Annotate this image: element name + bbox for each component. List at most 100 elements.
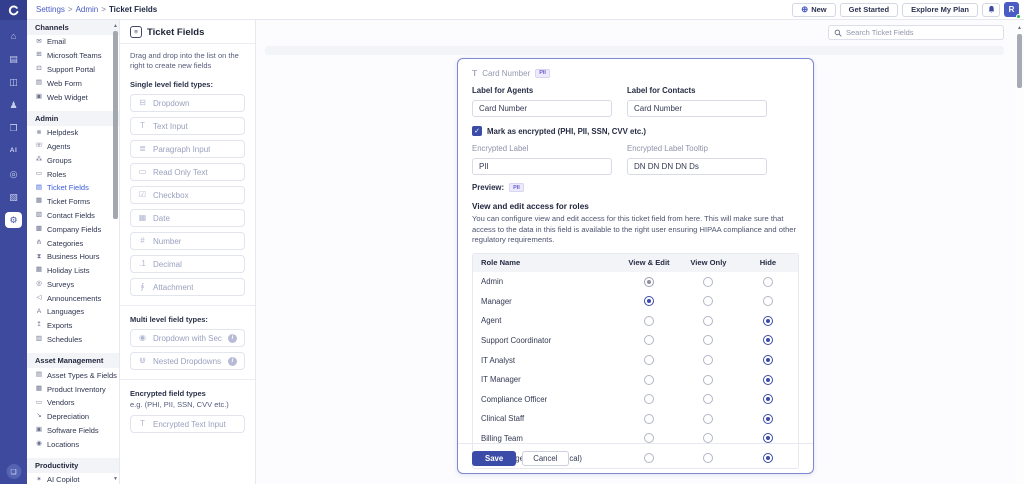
view-edit-radio[interactable] xyxy=(643,394,654,405)
sidebar-item[interactable]: ⧗ Business Hours xyxy=(27,250,119,264)
sidebar-item[interactable]: ↘ Depreciation xyxy=(27,410,119,424)
field-type-card[interactable]: ▭ Read Only Text i xyxy=(130,163,245,182)
mark-encrypted-row[interactable]: ✓ Mark as encrypted (PHI, PII, SSN, CVV … xyxy=(472,126,799,136)
hide-radio[interactable] xyxy=(762,276,773,287)
hide-radio[interactable] xyxy=(762,355,773,366)
view-only-radio[interactable] xyxy=(703,276,714,287)
get-started-button[interactable]: Get Started xyxy=(839,2,899,17)
sidebar-item[interactable]: ▤ Ticket Fields xyxy=(27,181,119,195)
sidebar-item[interactable]: ▤ Asset Types & Fields xyxy=(27,368,119,382)
sidebar-item[interactable]: ☏ Agents xyxy=(27,140,119,154)
page-scrollbar[interactable] xyxy=(1017,34,1022,88)
sidebar-item[interactable]: ▥ Schedules xyxy=(27,333,119,347)
field-type-card[interactable]: ▦ Date i xyxy=(130,209,245,228)
analytics-icon[interactable]: ▧ xyxy=(5,189,22,205)
encrypted-tooltip-input[interactable] xyxy=(627,158,767,175)
hide-radio[interactable] xyxy=(762,315,773,326)
sidebar-item[interactable]: ▦ Product Inventory xyxy=(27,382,119,396)
home-icon[interactable]: ⌂ xyxy=(5,28,22,44)
sidebar-item[interactable]: ◁ Announcements xyxy=(27,291,119,305)
sidebar-item[interactable]: ▤ Web Form xyxy=(27,76,119,90)
info-icon[interactable]: i xyxy=(228,356,237,366)
field-type-card[interactable]: ∮ Attachment i xyxy=(130,278,245,297)
sidebar-item[interactable]: ⊗ Helpdesk xyxy=(27,126,119,140)
view-edit-radio[interactable] xyxy=(643,335,654,346)
view-edit-radio[interactable] xyxy=(643,315,654,326)
view-only-radio[interactable] xyxy=(703,296,714,307)
hide-radio[interactable] xyxy=(762,296,773,307)
hide-radio[interactable] xyxy=(762,394,773,405)
sidebar-item[interactable]: ▭ Roles xyxy=(27,167,119,181)
sidebar-item[interactable]: A Languages xyxy=(27,305,119,319)
view-only-radio[interactable] xyxy=(703,335,714,346)
notifications-button[interactable] xyxy=(982,2,1000,17)
sidebar-item[interactable]: ▩ Company Fields xyxy=(27,222,119,236)
sidebar-item[interactable]: ⊡ Support Portal xyxy=(27,63,119,77)
view-only-radio[interactable] xyxy=(703,413,714,424)
sidebar-item[interactable]: ⁂ Groups xyxy=(27,153,119,167)
view-only-radio[interactable] xyxy=(703,315,714,326)
sidebar-item[interactable]: ▣ Software Fields xyxy=(27,424,119,438)
view-edit-radio[interactable] xyxy=(643,296,654,307)
view-only-radio[interactable] xyxy=(703,433,714,444)
checkbox-checked-icon[interactable]: ✓ xyxy=(472,126,482,136)
page-scroll-up-icon[interactable]: ▲ xyxy=(1017,25,1022,31)
tickets-icon[interactable]: ▤ xyxy=(5,51,22,67)
sidebar-item[interactable]: ◉ Locations xyxy=(27,437,119,451)
field-type-card[interactable]: T Text Input i xyxy=(130,117,245,136)
view-edit-radio[interactable] xyxy=(643,413,654,424)
view-edit-radio[interactable] xyxy=(643,355,654,366)
new-button[interactable]: ⊕ New xyxy=(792,2,836,17)
field-type-card[interactable]: # Number i xyxy=(130,232,245,251)
field-type-card[interactable]: T Encrypted Text Input i xyxy=(130,415,245,434)
customers-icon[interactable]: ♟ xyxy=(5,97,22,113)
breadcrumb-admin-link[interactable]: Admin xyxy=(76,5,99,14)
view-only-radio[interactable] xyxy=(703,355,714,366)
admin-settings-icon[interactable]: ⚙ xyxy=(5,212,22,228)
field-type-card[interactable]: ≣ Paragraph Input i xyxy=(130,140,245,159)
info-icon[interactable]: i xyxy=(228,333,237,343)
breadcrumb-settings-link[interactable]: Settings xyxy=(36,5,65,14)
sidebar-item[interactable]: ▦ Ticket Forms xyxy=(27,195,119,209)
service-catalog-icon[interactable]: ◎ xyxy=(5,166,22,182)
contacts-icon[interactable]: ◫ xyxy=(5,74,22,90)
sidebar-item[interactable]: ⋔ Categories xyxy=(27,236,119,250)
sidebar-item[interactable]: ▧ Contact Fields xyxy=(27,209,119,223)
sidebar-item[interactable]: ⊞ Microsoft Teams xyxy=(27,49,119,63)
hide-radio[interactable] xyxy=(762,413,773,424)
hide-radio[interactable] xyxy=(762,374,773,385)
field-type-card[interactable]: .1 Decimal i xyxy=(130,255,245,274)
save-button[interactable]: Save xyxy=(472,451,517,466)
view-edit-radio[interactable] xyxy=(643,374,654,385)
sidebar-item[interactable]: ▭ Vendors xyxy=(27,396,119,410)
field-type-card[interactable]: ⊟ Dropdown i xyxy=(130,94,245,113)
encrypted-label-input[interactable] xyxy=(472,158,612,175)
field-type-card[interactable]: ⋓ Nested Dropdowns i xyxy=(130,352,245,371)
view-edit-radio[interactable] xyxy=(643,276,654,287)
view-only-radio[interactable] xyxy=(703,394,714,405)
search-input[interactable] xyxy=(846,28,998,37)
sidebar-item[interactable]: ◎ Surveys xyxy=(27,278,119,292)
workspace-switcher-icon[interactable]: ❏ xyxy=(6,464,21,479)
sidebar-scrollbar[interactable] xyxy=(113,31,118,219)
view-edit-radio[interactable] xyxy=(643,433,654,444)
solutions-icon[interactable]: ❐ xyxy=(5,120,22,136)
sidebar-scroll-down-icon[interactable]: ▼ xyxy=(113,476,118,482)
cancel-button[interactable]: Cancel xyxy=(522,451,569,466)
sidebar-item[interactable]: ▣ Web Widget xyxy=(27,90,119,104)
user-avatar[interactable]: R xyxy=(1004,2,1021,19)
agents-label-input[interactable] xyxy=(472,100,612,117)
explore-my-plan-button[interactable]: Explore My Plan xyxy=(902,2,978,17)
field-type-card[interactable]: ◉ Dropdown with Sections i xyxy=(130,329,245,348)
view-only-radio[interactable] xyxy=(703,374,714,385)
hide-radio[interactable] xyxy=(762,335,773,346)
sidebar-scroll-up-icon[interactable]: ▲ xyxy=(113,23,118,29)
sidebar-item[interactable]: ✶ AI Copilot xyxy=(27,473,119,484)
contacts-label-input[interactable] xyxy=(627,100,767,117)
app-logo[interactable] xyxy=(0,0,27,20)
hide-radio[interactable] xyxy=(762,433,773,444)
sidebar-item[interactable]: ▦ Holiday Lists xyxy=(27,264,119,278)
field-type-card[interactable]: ☑ Checkbox i xyxy=(130,186,245,205)
sidebar-item[interactable]: ↥ Exports xyxy=(27,319,119,333)
sidebar-item[interactable]: ✉ Email xyxy=(27,35,119,49)
